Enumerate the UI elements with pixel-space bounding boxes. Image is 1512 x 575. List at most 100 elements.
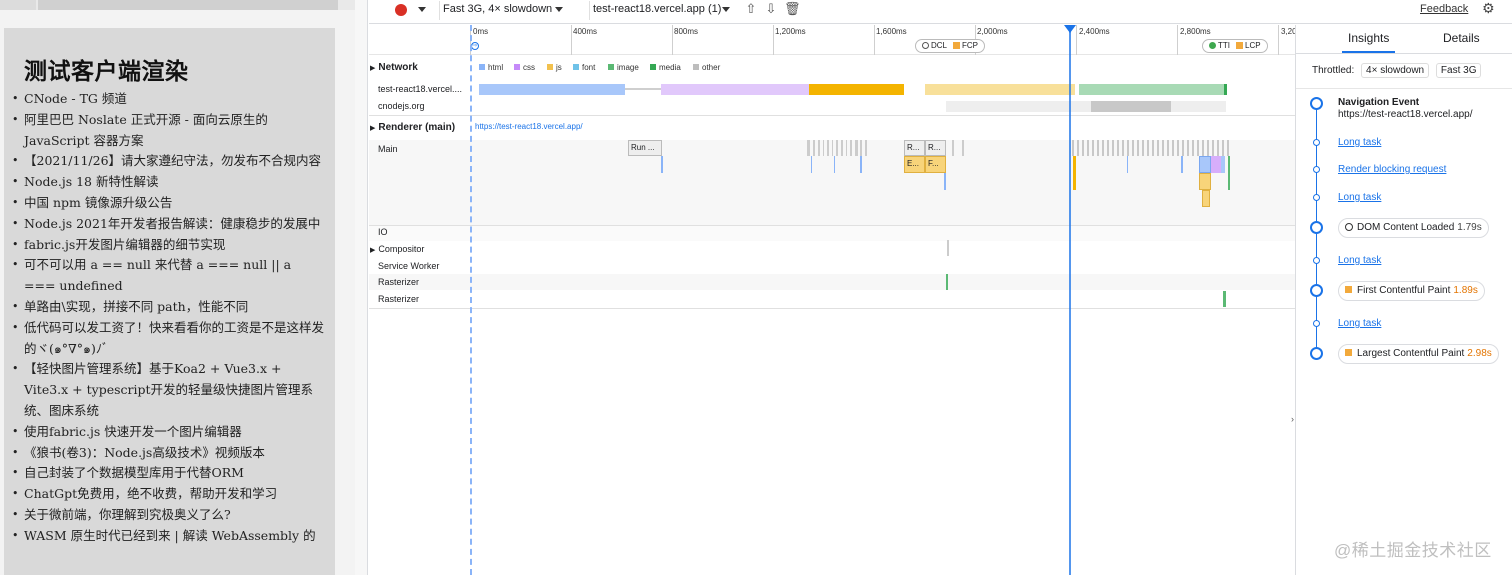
task-slice[interactable] [1221, 156, 1225, 173]
render-task-block[interactable]: R... [904, 140, 925, 156]
record-button[interactable] [395, 4, 407, 16]
upload-icon[interactable]: ⇧ [744, 2, 758, 16]
topic-link[interactable]: Node.js 18 新特性解读 [12, 172, 324, 193]
ruler-tick-label: 1,600ms [876, 27, 907, 36]
task-slice[interactable] [1211, 156, 1221, 173]
task-slice[interactable] [836, 140, 838, 156]
timeline-panel[interactable]: 0ms 400ms 800ms 1,200ms 1,600ms 2,000ms … [369, 25, 1295, 575]
task-slice[interactable] [807, 140, 810, 156]
expand-triangle-icon[interactable]: ▶ [370, 247, 375, 254]
task-slice[interactable] [944, 173, 946, 190]
fcp-event-pill[interactable]: First Contentful Paint 1.89s [1338, 281, 1485, 301]
task-slice[interactable] [661, 156, 663, 173]
long-task-link[interactable]: Long task [1338, 137, 1381, 148]
playhead-cursor-line[interactable] [1069, 25, 1071, 575]
topic-link[interactable]: 中国 npm 镜像源升级公告 [12, 193, 324, 214]
task-slice-group[interactable] [1072, 140, 1229, 156]
task-slice[interactable] [818, 140, 820, 156]
task-slice[interactable] [841, 140, 843, 156]
time-ruler[interactable]: 0ms 400ms 800ms 1,200ms 1,600ms 2,000ms … [369, 25, 1295, 55]
network-request-bar[interactable] [1224, 84, 1227, 95]
topic-link[interactable]: 《狼书(卷3)：Node.js高级技术》视频版本 [12, 443, 324, 464]
dcl-fcp-marker[interactable]: DCL FCP [915, 39, 986, 53]
lcp-event-pill[interactable]: Largest Contentful Paint 2.98s [1338, 344, 1499, 364]
topic-link[interactable]: 【轻快图片管理系统】基于Koa2 + Vue3.x + Vite3.x + ty… [12, 359, 324, 421]
task-slice[interactable] [811, 156, 812, 173]
dcl-event-pill[interactable]: DOM Content Loaded 1.79s [1338, 218, 1489, 238]
function-call-block[interactable]: F... [925, 156, 946, 173]
network-request-bar[interactable] [1171, 101, 1226, 112]
network-track-header[interactable]: ▶ Network [370, 62, 418, 73]
raster-slice[interactable] [1223, 291, 1226, 307]
raster-slice[interactable] [946, 274, 948, 290]
topic-link[interactable]: 可不可以用 a == null 来代替 a === null || a === … [12, 255, 324, 297]
render-blocking-link[interactable]: Render blocking request [1338, 164, 1446, 175]
evaluate-script-block[interactable]: E... [904, 156, 925, 173]
task-slice[interactable] [1199, 173, 1211, 190]
target-select[interactable]: test-react18.vercel.app (1) [589, 1, 735, 20]
network-request-bar[interactable] [1079, 84, 1224, 95]
task-slice[interactable] [832, 140, 833, 156]
render-task-block[interactable]: R... [925, 140, 946, 156]
dcl-event-time: 1.79s [1457, 222, 1482, 233]
topic-link[interactable]: WASM 原生时代已经到来 | 解读 WebAssembly 的 [12, 526, 324, 547]
topic-link[interactable]: 自己封装了个数据模型库用于代替ORM [12, 463, 324, 484]
renderer-track-header[interactable]: ▶ Renderer (main) [370, 122, 455, 133]
gear-icon[interactable]: ⚙ [1482, 0, 1495, 17]
network-request-bar[interactable] [625, 88, 661, 90]
throttle-select[interactable]: Fast 3G, 4× slowdown [439, 1, 567, 20]
task-slice[interactable] [860, 140, 862, 156]
network-request-bar[interactable] [479, 84, 625, 95]
compositor-slice[interactable] [947, 240, 949, 256]
network-request-bar[interactable] [925, 84, 1075, 95]
topic-link[interactable]: ChatGpt免费用，绝不收费，帮助开发和学习 [12, 484, 324, 505]
expand-triangle-icon[interactable]: ▶ [370, 65, 375, 72]
tab-details[interactable]: Details [1443, 31, 1480, 45]
topic-link[interactable]: 关于微前端，你理解到究极奥义了么? [12, 505, 324, 526]
task-slice[interactable] [850, 140, 852, 156]
long-task-link[interactable]: Long task [1338, 318, 1381, 329]
run-task-block[interactable]: Run ... [628, 140, 662, 156]
tab-insights[interactable]: Insights [1348, 31, 1389, 45]
task-slice[interactable] [865, 140, 867, 156]
playhead-handle-icon[interactable] [1064, 25, 1076, 33]
task-slice[interactable] [1228, 156, 1230, 190]
task-slice[interactable] [860, 156, 862, 173]
renderer-url[interactable]: https://test-react18.vercel.app/ [475, 122, 583, 131]
feedback-link[interactable]: Feedback [1420, 3, 1468, 15]
topic-link[interactable]: CNode - TG 频道 [12, 89, 324, 110]
task-slice[interactable] [1199, 156, 1211, 173]
task-slice[interactable] [846, 140, 847, 156]
task-slice[interactable] [834, 156, 835, 173]
tti-lcp-marker[interactable]: TTI LCP [1202, 39, 1268, 53]
collapse-sidebar-icon[interactable]: › [1291, 414, 1294, 424]
trash-icon[interactable]: 🗑 [784, 2, 801, 16]
network-request-bar[interactable] [661, 84, 809, 95]
expand-triangle-icon[interactable]: ▶ [370, 125, 375, 132]
task-slice[interactable] [1127, 156, 1128, 173]
topic-link[interactable]: 单路由\实现，拼接不同 path，性能不同 [12, 297, 324, 318]
network-request-bar[interactable] [1091, 101, 1171, 112]
long-task-link[interactable]: Long task [1338, 255, 1381, 266]
topic-link[interactable]: 低代码可以发工资了！快来看看你的工资是不是这样发的ヾ(๑°∇°๑)ﾉﾞ [12, 318, 324, 360]
topic-link[interactable]: 使用fabric.js 快速开发一个图片编辑器 [12, 422, 324, 443]
preview-scrollbar[interactable] [355, 0, 367, 575]
topic-link[interactable]: 【2021/11/26】请大家遵纪守法，勿发布不合规内容 [12, 151, 324, 172]
task-slice[interactable] [1181, 156, 1183, 173]
task-slice[interactable] [1073, 156, 1076, 190]
network-request-bar[interactable] [809, 84, 904, 95]
topic-link[interactable]: Node.js 2021年开发者报告解读：健康稳步的发展中 [12, 214, 324, 235]
task-slice[interactable] [823, 140, 824, 156]
download-icon[interactable]: ⇩ [764, 2, 778, 16]
topic-link[interactable]: fabric.js开发图片编辑器的细节实现 [12, 235, 324, 256]
long-task-link[interactable]: Long task [1338, 192, 1381, 203]
topic-link[interactable]: 阿里巴巴 Noslate 正式开源 - 面向云原生的 JavaScript 容器… [12, 110, 324, 152]
record-menu-caret-icon[interactable] [418, 7, 426, 12]
task-slice[interactable] [855, 140, 858, 156]
task-slice[interactable] [1202, 190, 1210, 207]
compositor-thread-label[interactable]: ▶ Compositor [370, 244, 424, 254]
task-slice[interactable] [827, 140, 829, 156]
task-slice[interactable] [813, 140, 815, 156]
task-slice[interactable] [952, 140, 954, 156]
task-slice[interactable] [962, 140, 964, 156]
